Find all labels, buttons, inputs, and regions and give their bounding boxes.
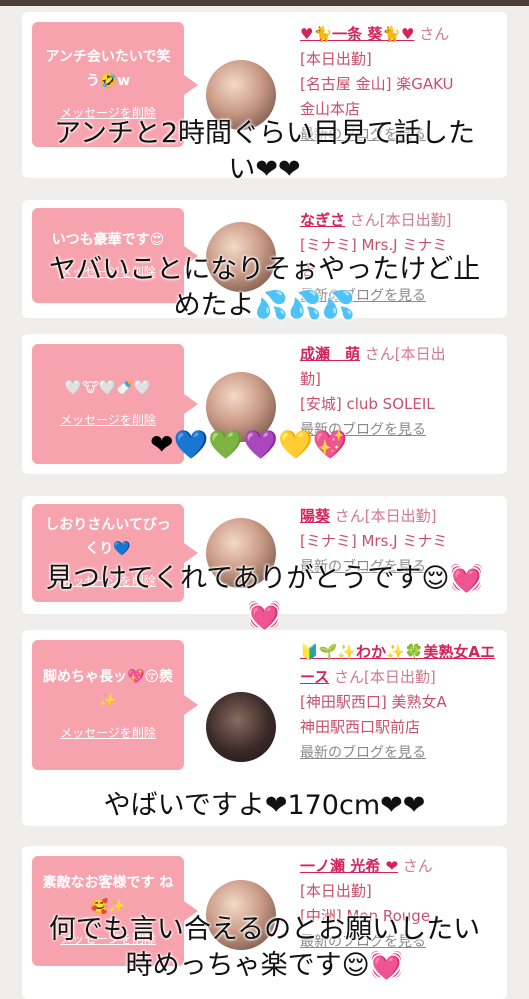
cast-name-link[interactable]: 一ノ瀬 光希 ❤ xyxy=(300,857,398,875)
delete-message-link[interactable]: メッセージを削除 xyxy=(60,408,156,432)
caption-text: ヤバいことになりそぉやったけど止 xyxy=(48,254,481,285)
honorific: さん[本日出勤] xyxy=(334,668,436,686)
status-text: [本日出勤] xyxy=(300,882,372,900)
cast-name-link[interactable]: ♥🐈一条 葵🐈♥ xyxy=(300,25,414,43)
honorific: さん xyxy=(402,857,433,875)
status-text: 勤] xyxy=(300,370,321,388)
status-text: [本日出勤] xyxy=(300,50,372,68)
caption-text: めたよ💦💦💦 xyxy=(173,290,356,321)
shop-link[interactable]: 神田駅西口駅前店 xyxy=(300,718,420,736)
message-card: しおりさんいてびっくり💙 メッセージを削除 陽葵 さん[本日出勤] [ミナミ] … xyxy=(22,496,507,614)
message-text: いつも豪華です😍 xyxy=(51,231,165,248)
honorific: さん[本日出勤] xyxy=(349,211,452,229)
cast-name-link[interactable]: 陽葵 xyxy=(300,507,330,525)
caption-text: 見つけてくれてありがとうです😌💓 xyxy=(45,563,484,594)
message-text: アンチ会いたいで笑う🤣w xyxy=(45,48,171,89)
caption-text: アンチと2時間ぐらい目見て話した xyxy=(53,118,476,149)
honorific: さん xyxy=(419,25,450,43)
top-bar xyxy=(0,0,529,6)
cast-name-link[interactable]: 成瀬 萌 xyxy=(300,345,360,363)
heart-emojis: ❤💙💚💜💛💖 xyxy=(150,428,348,461)
delete-message-link[interactable]: メッセージを削除 xyxy=(60,721,156,745)
honorific: さん[本日出勤] xyxy=(334,507,437,525)
caption-text: 何でも言い合えるのとお願いしたい xyxy=(48,914,481,945)
profile-info: 🔰🌱✨わか✨🍀美熟女Aエース さん[本日出勤] [神田駅西口] 美熟女A 神田駅… xyxy=(300,640,500,766)
shop-link[interactable]: [神田駅西口] 美熟女A xyxy=(300,693,447,711)
cast-name-link[interactable]: なぎさ xyxy=(300,211,345,229)
shop-link[interactable]: 金山本店 xyxy=(300,100,360,118)
message-text: 🤍🐮🤍🍼🤍 xyxy=(64,380,152,396)
message-text: 素敵なお客様です ね🥰✨ xyxy=(42,875,174,915)
shop-link[interactable]: [ミナミ] Mrs.J ミナミ xyxy=(300,532,447,550)
caption-text: い❤❤ xyxy=(228,154,301,185)
shop-link[interactable]: [安城] club SOLEIL xyxy=(300,395,435,413)
caption-text: やばいですよ❤170cm❤❤ xyxy=(103,790,426,821)
message-bubble: 脚めちゃ長ッ💖😚羨✨ メッセージを削除 xyxy=(32,640,198,770)
message-text: 脚めちゃ長ッ💖😚羨✨ xyxy=(42,669,174,709)
shop-link[interactable]: [ミナミ] Mrs.J ミナミ xyxy=(300,236,447,254)
caption-text: 時めっちゃ楽です😌💓 xyxy=(125,950,404,981)
honorific: さん[本日出 xyxy=(364,345,446,363)
blog-link[interactable]: 最新のブログを見る xyxy=(300,745,426,761)
avatar[interactable] xyxy=(206,692,276,762)
message-text: しおりさんいてびっくり💙 xyxy=(45,517,171,557)
caption-text: 💓 xyxy=(247,600,282,631)
shop-link[interactable]: [名古屋 金山] 楽GAKU xyxy=(300,75,454,93)
